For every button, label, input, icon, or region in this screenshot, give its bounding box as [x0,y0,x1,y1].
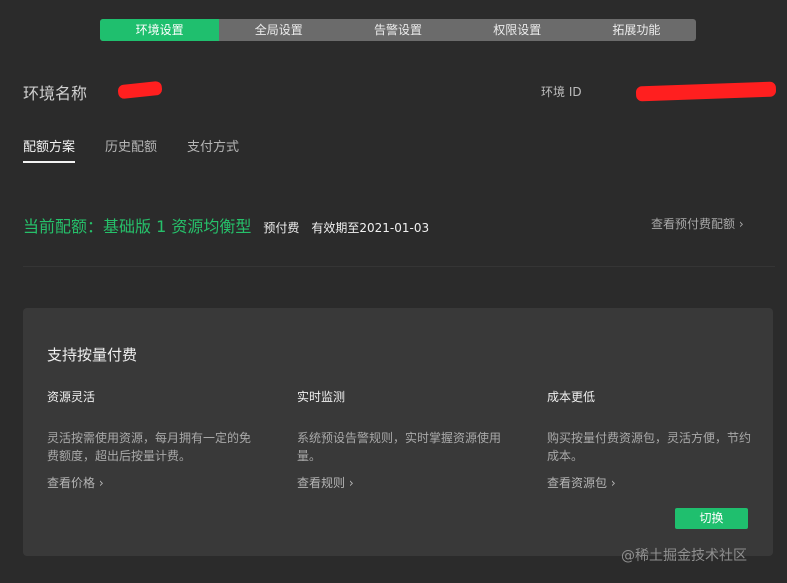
env-id-redaction [635,81,777,102]
current-quota-title: 当前配额：基础版 1 资源均衡型 [23,217,252,236]
quota-subtabs: 配额方案 历史配额 支付方式 [23,136,269,163]
tab-global-settings[interactable]: 全局设置 [219,19,338,41]
current-quota-line: 当前配额：基础版 1 资源均衡型 预付费 有效期至2021-01-03 [23,213,429,237]
feature-description: 灵活按需使用资源，每月拥有一定的免费额度，超出后按量计费。 [47,431,252,463]
watermark: @稀土掘金技术社区 [621,548,747,564]
view-prepaid-quota-link[interactable]: 查看预付费配额 › [651,215,744,232]
settings-tabs: 环境设置 全局设置 告警设置 权限设置 拓展功能 [100,19,696,41]
payment-type-badge: 预付费 [263,221,300,235]
tab-permission-settings[interactable]: 权限设置 [458,19,577,41]
quota-expiry: 有效期至2021-01-03 [311,221,430,235]
subtab-quota-history[interactable]: 历史配额 [105,136,157,163]
tab-alert-settings[interactable]: 告警设置 [338,19,457,41]
feature-title: 成本更低 [547,390,596,404]
feature-description: 系统预设告警规则，实时掌握资源使用量。 [297,431,502,463]
view-rules-link[interactable]: 查看规则 › [297,474,354,491]
env-name-label: 环境名称 [23,84,88,103]
view-resource-package-link[interactable]: 查看资源包 › [547,474,616,491]
feature-realtime-monitoring: 实时监测 系统预设告警规则，实时掌握资源使用量。 查看规则 › [297,388,507,490]
env-id-label: 环境 ID [541,85,582,99]
tab-extensions[interactable]: 拓展功能 [577,19,696,41]
feature-title: 资源灵活 [47,390,96,404]
card-title: 支持按量付费 [47,346,138,364]
section-divider [23,266,775,267]
feature-lower-cost: 成本更低 购买按量付费资源包，灵活方便，节约成本。 查看资源包 › [547,388,757,490]
feature-title: 实时监测 [297,390,346,404]
switch-button[interactable]: 切换 [675,508,748,529]
view-price-link[interactable]: 查看价格 › [47,474,104,491]
tab-environment-settings[interactable]: 环境设置 [100,19,220,41]
pay-as-you-go-card: 支持按量付费 资源灵活 灵活按需使用资源，每月拥有一定的免费额度，超出后按量计费… [23,308,773,556]
subtab-quota-plan[interactable]: 配额方案 [23,136,76,163]
feature-description: 购买按量付费资源包，灵活方便，节约成本。 [547,431,752,463]
subtab-payment-method[interactable]: 支付方式 [187,136,239,163]
feature-flexible-resources: 资源灵活 灵活按需使用资源，每月拥有一定的免费额度，超出后按量计费。 查看价格 … [47,388,257,490]
env-name-redaction [117,80,163,100]
